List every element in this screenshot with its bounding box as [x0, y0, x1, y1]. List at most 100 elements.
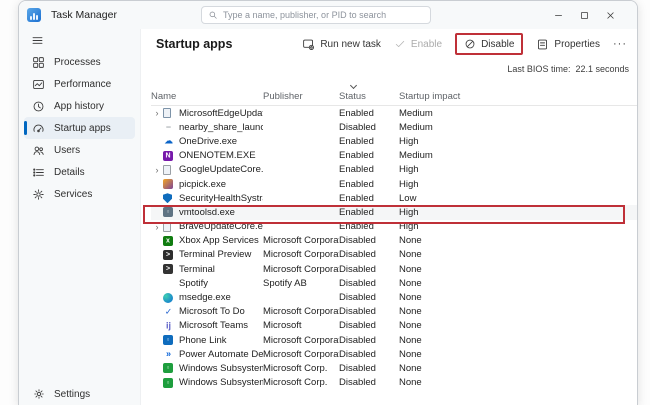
table-row[interactable]: » Power Automate Desktop Microsoft Corpo… — [151, 347, 637, 361]
edge-icon — [163, 293, 173, 303]
cell-name: Power Automate Desktop — [179, 349, 263, 360]
table-row[interactable]: ▫ Phone Link Microsoft Corporation Disab… — [151, 333, 637, 347]
hamburger-icon — [31, 34, 44, 47]
startup-apps-icon — [32, 122, 45, 135]
cell-name: MicrosoftEdgeUpdateCore... — [179, 108, 263, 119]
cell-publisher: Microsoft Corporation — [263, 335, 339, 346]
sidebar-item-label: Startup apps — [54, 123, 111, 134]
cell-startup-impact: None — [399, 335, 481, 346]
terminal-preview-icon: > — [163, 250, 173, 260]
table-row[interactable]: > Terminal Microsoft Corporation Disable… — [151, 262, 637, 276]
cell-startup-impact: None — [399, 249, 481, 260]
users-icon — [32, 144, 45, 157]
sidebar-item-label: Processes — [54, 57, 101, 68]
table-row[interactable]: msedge.exe Disabled None — [151, 290, 637, 304]
column-header-status[interactable]: Status — [339, 91, 399, 102]
search-input[interactable] — [223, 10, 424, 20]
nearby-share-icon: – — [163, 122, 174, 133]
sidebar-item-services[interactable]: Services — [24, 183, 135, 205]
minimize-button[interactable] — [545, 4, 571, 26]
sidebar-item-settings[interactable]: Settings — [24, 382, 135, 405]
table-row[interactable]: – nearby_share_launcher.exe Disabled Med… — [151, 120, 637, 134]
cell-name: Windows Subsystem for A... — [179, 377, 263, 388]
cell-startup-impact: None — [399, 320, 481, 331]
column-header-publisher[interactable]: Publisher — [263, 91, 339, 102]
cell-startup-impact: Medium — [399, 108, 481, 119]
cell-name: Terminal — [179, 264, 263, 275]
cell-status: Disabled — [339, 335, 399, 346]
properties-button[interactable]: Properties — [536, 38, 600, 51]
cell-status: Disabled — [339, 363, 399, 374]
terminal-icon: > — [163, 264, 173, 274]
cell-status: Disabled — [339, 249, 399, 260]
teams-icon: ij — [163, 320, 174, 331]
table-row[interactable]: > Terminal Preview Microsoft Corporation… — [151, 248, 637, 262]
table-row[interactable]: ▫ vmtoolsd.exe Enabled High — [151, 205, 637, 219]
cell-status: Enabled — [339, 179, 399, 190]
table-row[interactable]: ✓ Microsoft To Do Microsoft Corporation … — [151, 305, 637, 319]
search-box[interactable] — [201, 6, 431, 24]
table-row[interactable]: ☁ OneDrive.exe Enabled High — [151, 134, 637, 148]
cell-name: Windows Subsystem for A... — [179, 363, 263, 374]
table-row[interactable]: ▫ Windows Subsystem for A... Microsoft C… — [151, 361, 637, 375]
sidebar-item-processes[interactable]: Processes — [24, 51, 135, 73]
cell-publisher: Microsoft Corporation — [263, 264, 339, 275]
sidebar-item-users[interactable]: Users — [24, 139, 135, 161]
cell-publisher: Microsoft Corporation — [263, 249, 339, 260]
table-row[interactable]: ij Microsoft Teams Microsoft Disabled No… — [151, 319, 637, 333]
cell-startup-impact: None — [399, 278, 481, 289]
disable-button[interactable]: Disable — [455, 33, 523, 55]
expand-chevron-icon[interactable]: › — [151, 108, 163, 118]
column-header-startup-impact[interactable]: Startup impact — [399, 91, 481, 102]
table-row[interactable]: › MicrosoftEdgeUpdateCore... Enabled Med… — [151, 106, 637, 120]
table-row[interactable]: N ONENOTEM.EXE Enabled Medium — [151, 149, 637, 163]
wsa-icon: ▫ — [163, 378, 173, 388]
column-header-name[interactable]: Name — [151, 91, 263, 102]
security-health-icon — [163, 193, 172, 203]
enable-button[interactable]: Enable — [394, 38, 442, 50]
maximize-button[interactable] — [571, 4, 597, 26]
window-title: Task Manager — [51, 9, 117, 21]
sidebar-item-performance[interactable]: Performance — [24, 73, 135, 95]
search-icon — [208, 10, 218, 20]
sidebar-item-details[interactable]: Details — [24, 161, 135, 183]
table-row[interactable]: picpick.exe Enabled High — [151, 177, 637, 191]
cell-status: Disabled — [339, 264, 399, 275]
xbox-icon: x — [163, 236, 173, 246]
cell-name: OneDrive.exe — [179, 136, 263, 147]
cell-status: Disabled — [339, 235, 399, 246]
table-row[interactable]: Spotify Spotify AB Disabled None — [151, 276, 637, 290]
cell-name: BraveUpdateCore.exe (5) — [179, 221, 263, 232]
block-icon — [464, 38, 476, 50]
cell-startup-impact: None — [399, 377, 481, 388]
cell-status: Disabled — [339, 377, 399, 388]
toolbar: Run new task Enable Disable Properties — [302, 33, 627, 55]
table-row[interactable]: SecurityHealthSystray.exe Enabled Low — [151, 191, 637, 205]
cell-status: Disabled — [339, 122, 399, 133]
navigation-menu-button[interactable] — [19, 29, 140, 51]
cell-startup-impact: Medium — [399, 122, 481, 133]
cell-status: Disabled — [339, 306, 399, 317]
sidebar: Processes Performance App history Startu… — [19, 29, 141, 405]
sidebar-item-startup-apps[interactable]: Startup apps — [24, 117, 135, 139]
cell-startup-impact: Low — [399, 193, 481, 204]
close-button[interactable] — [597, 4, 623, 26]
onedrive-icon: ☁ — [163, 136, 174, 147]
edge-update-icon — [163, 108, 171, 118]
startup-apps-table: Name Publisher Status Startup impact › M… — [141, 87, 637, 390]
expand-chevron-icon[interactable]: › — [151, 165, 163, 175]
sidebar-item-app-history[interactable]: App history — [24, 95, 135, 117]
sort-indicator-icon — [350, 82, 357, 89]
expand-chevron-icon[interactable]: › — [151, 222, 163, 232]
table-row[interactable]: ▫ Windows Subsystem for A... Microsoft C… — [151, 376, 637, 390]
table-row[interactable]: › GoogleUpdateCore.exe (5) Enabled High — [151, 163, 637, 177]
cell-status: Enabled — [339, 108, 399, 119]
cell-name: nearby_share_launcher.exe — [179, 122, 263, 133]
cell-status: Enabled — [339, 164, 399, 175]
table-row[interactable]: › BraveUpdateCore.exe (5) Enabled High — [151, 220, 637, 234]
more-options-button[interactable]: ··· — [613, 38, 627, 50]
cell-status: Disabled — [339, 278, 399, 289]
table-row[interactable]: x Xbox App Services Microsoft Corporatio… — [151, 234, 637, 248]
cell-startup-impact: None — [399, 264, 481, 275]
run-new-task-button[interactable]: Run new task — [302, 38, 381, 51]
